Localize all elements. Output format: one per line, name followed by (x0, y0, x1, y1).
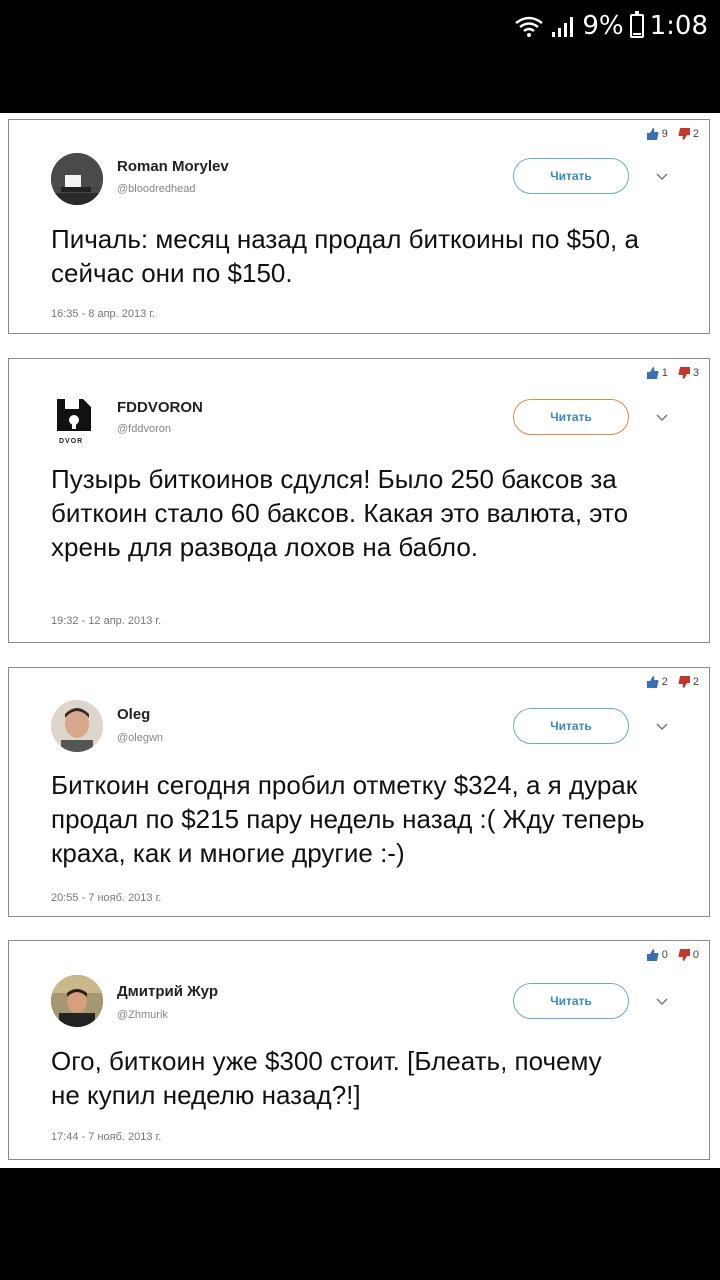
tweet-date[interactable]: 16:35 - 8 апр. 2013 г. (51, 308, 155, 320)
dislike-count: 3 (692, 367, 699, 379)
like-counter[interactable]: 1 (646, 367, 668, 379)
chevron-down-icon[interactable] (655, 720, 669, 734)
author-handle[interactable]: @Zhmurik (117, 1009, 168, 1021)
dislike-count: 0 (692, 949, 699, 961)
thumbs-down-icon (678, 367, 690, 379)
tweet-date[interactable]: 17:44 - 7 нояб. 2013 г. (51, 1131, 161, 1143)
thumbs-up-icon (646, 367, 659, 379)
author-handle[interactable]: @olegwn (117, 732, 163, 744)
thumbs-down-icon (678, 949, 690, 961)
vote-bar: 2 2 (646, 676, 699, 688)
chevron-down-icon[interactable] (655, 411, 669, 425)
tweet-card: 1 3 DVOR FDDVORON @fddvoron Читать Пузыр… (8, 358, 710, 643)
thumbs-up-icon (646, 128, 659, 140)
like-counter[interactable]: 9 (646, 128, 668, 140)
tweet-text: Биткоин сегодня пробил отметку $324, а я… (51, 770, 645, 868)
signal-icon (552, 17, 574, 37)
tweet-card: 9 2 Roman Morylev @bloodredhead Читать П… (8, 119, 710, 334)
avatar[interactable] (51, 153, 103, 205)
tweet-text: Пичаль: месяц назад продал биткоины по $… (51, 224, 639, 288)
avatar[interactable] (51, 391, 103, 443)
author-name[interactable]: Oleg (117, 706, 150, 723)
author-handle[interactable]: @bloodredhead (117, 183, 195, 195)
dislike-counter[interactable]: 3 (678, 367, 699, 379)
like-counter[interactable]: 0 (646, 949, 668, 961)
battery-percent: 9% (582, 11, 624, 41)
tweet-card: 2 2 Oleg @olegwn Читать Биткоин сегодня … (8, 667, 710, 917)
chevron-down-icon[interactable] (655, 995, 669, 1009)
battery-icon (629, 11, 644, 38)
dislike-count: 2 (692, 128, 699, 140)
thumbs-up-icon (646, 676, 659, 688)
follow-button[interactable]: Читать (513, 708, 629, 744)
follow-button[interactable]: Читать (513, 399, 629, 435)
vote-bar: 1 3 (646, 367, 699, 379)
tweet-date[interactable]: 20:55 - 7 нояб. 2013 г. (51, 892, 161, 904)
like-count: 2 (661, 676, 668, 688)
tweet-text: Пузырь биткоинов сдулся! Было 250 баксов… (51, 464, 629, 562)
like-count: 0 (661, 949, 668, 961)
wifi-icon (515, 16, 544, 37)
dislike-counter[interactable]: 2 (678, 676, 699, 688)
vote-bar: 9 2 (646, 128, 699, 140)
like-counter[interactable]: 2 (646, 676, 668, 688)
status-icons: 9% 1:08 (514, 8, 708, 44)
follow-button[interactable]: Читать (513, 158, 629, 194)
vote-bar: 0 0 (646, 949, 699, 961)
dislike-counter[interactable]: 0 (678, 949, 699, 961)
chevron-down-icon[interactable] (655, 170, 669, 184)
tweet-feed: 9 2 Roman Morylev @bloodredhead Читать П… (0, 113, 720, 1168)
thumbs-down-icon (678, 676, 690, 688)
status-bar: 9% 1:08 (0, 0, 720, 52)
like-count: 1 (661, 367, 668, 379)
author-name[interactable]: Roman Morylev (117, 158, 229, 175)
avatar-caption: DVOR (59, 438, 84, 445)
tweet-date[interactable]: 19:32 - 12 апр. 2013 г. (51, 615, 161, 627)
like-count: 9 (661, 128, 668, 140)
thumbs-down-icon (678, 128, 690, 140)
follow-button[interactable]: Читать (513, 983, 629, 1019)
author-handle[interactable]: @fddvoron (117, 423, 171, 435)
author-name[interactable]: FDDVORON (117, 399, 203, 416)
tweet-text: Ого, биткоин уже $300 стоит. [Блеать, по… (51, 1046, 602, 1110)
avatar[interactable] (51, 975, 103, 1027)
bottom-bar (0, 1168, 720, 1280)
dislike-counter[interactable]: 2 (678, 128, 699, 140)
dislike-count: 2 (692, 676, 699, 688)
thumbs-up-icon (646, 949, 659, 961)
clock: 1:08 (649, 11, 708, 41)
author-name[interactable]: Дмитрий Жур (117, 983, 218, 1000)
avatar[interactable] (51, 700, 103, 752)
tweet-card: 0 0 Дмитрий Жур @Zhmurik Читать Ого, бит… (8, 940, 710, 1160)
